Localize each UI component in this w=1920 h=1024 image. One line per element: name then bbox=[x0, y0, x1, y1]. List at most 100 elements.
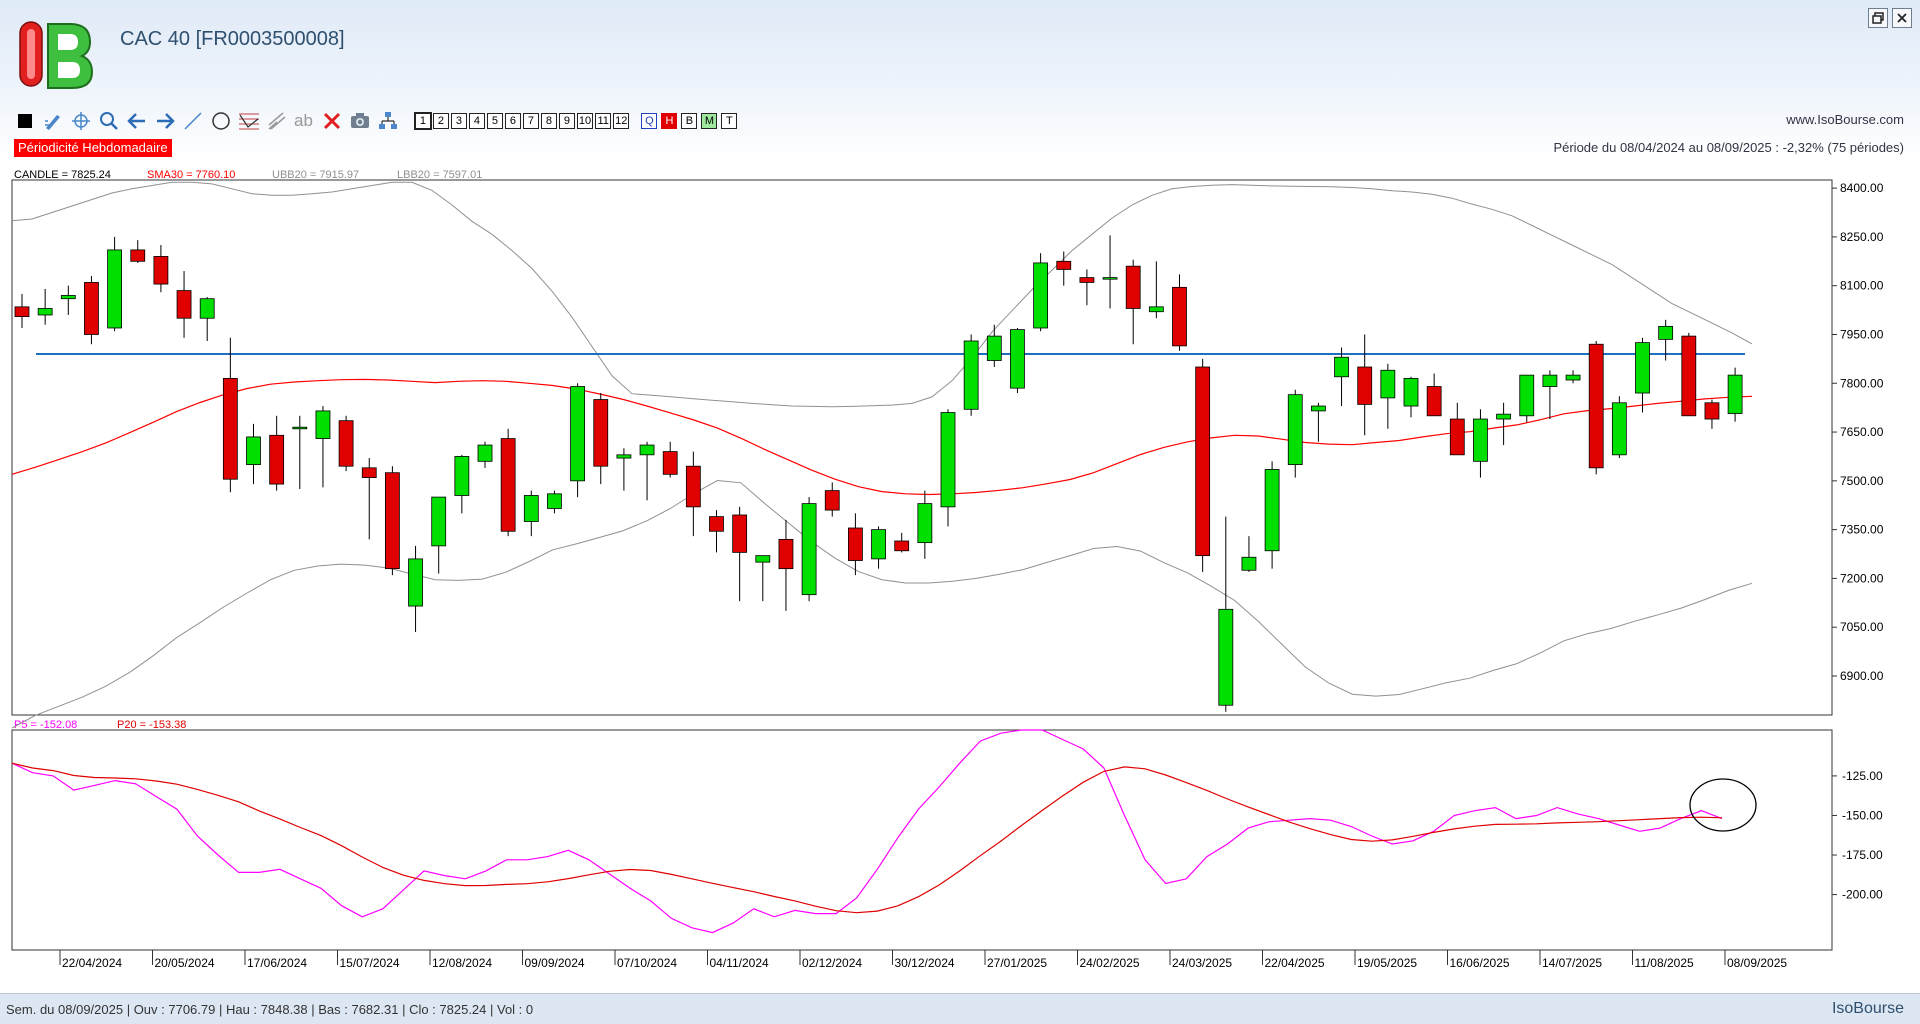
site-link[interactable]: www.IsoBourse.com bbox=[1786, 112, 1904, 127]
candle-body bbox=[1727, 374, 1743, 414]
draw-tool-button[interactable] bbox=[42, 110, 64, 132]
period-button-9[interactable]: 9 bbox=[558, 113, 575, 129]
hierarchy-button[interactable] bbox=[377, 110, 399, 132]
instrument-title: CAC 40 [FR0003500008] bbox=[120, 28, 345, 50]
osc-tick-label: -150.00 bbox=[1842, 808, 1883, 822]
fibo-icon bbox=[239, 113, 259, 130]
period-range: Période du 08/04/2024 au 08/09/2025 : -2… bbox=[1553, 140, 1904, 155]
period-button-3[interactable]: 3 bbox=[450, 113, 467, 129]
candle-body bbox=[986, 335, 1002, 361]
trendline-button[interactable] bbox=[182, 110, 204, 132]
candle-body bbox=[1125, 265, 1141, 309]
color-square-icon bbox=[18, 114, 32, 128]
date-tick-label: 02/12/2024 bbox=[802, 956, 862, 970]
p5-line bbox=[11, 729, 1723, 934]
period-button-7[interactable]: 7 bbox=[522, 113, 539, 129]
circle-tool-button[interactable] bbox=[210, 110, 232, 132]
candle-body bbox=[1287, 394, 1303, 465]
delete-drawing-button[interactable] bbox=[321, 110, 343, 132]
candle-body bbox=[824, 490, 840, 511]
status-text: Sem. du 08/09/2025 | Ouv : 7706.79 | Hau… bbox=[6, 1002, 534, 1017]
candle-body bbox=[709, 516, 724, 532]
candle-body bbox=[60, 295, 76, 300]
candle-body bbox=[570, 386, 585, 482]
candle-body bbox=[917, 503, 933, 544]
channel-button[interactable] bbox=[266, 110, 288, 132]
mode-button-q[interactable]: Q bbox=[641, 113, 658, 129]
period-button-12[interactable]: 12 bbox=[613, 113, 630, 129]
price-chart[interactable]: CANDLE = 7825.24 SMA30 = 7760.10 UBB20 =… bbox=[0, 160, 1920, 993]
arrow-left-icon bbox=[127, 113, 145, 129]
period-button-5[interactable]: 5 bbox=[486, 113, 503, 129]
color-picker-button[interactable] bbox=[14, 110, 36, 132]
period-button-1[interactable]: 1 bbox=[413, 112, 432, 130]
candle-body bbox=[871, 529, 886, 560]
candle-body bbox=[547, 493, 562, 509]
p5-legend: P5 = -152.08 bbox=[14, 719, 77, 731]
price-tick-label: 7350.00 bbox=[1840, 523, 1884, 537]
candle-body bbox=[384, 472, 400, 570]
candle-body bbox=[755, 555, 771, 563]
mode-button-h[interactable]: H bbox=[661, 113, 678, 129]
mode-button-m[interactable]: M bbox=[701, 113, 718, 129]
candle-body bbox=[1635, 342, 1650, 394]
price-tick-label: 8100.00 bbox=[1840, 279, 1884, 293]
candle-body bbox=[1565, 374, 1581, 381]
mode-button-t[interactable]: T bbox=[721, 113, 738, 129]
close-window-button[interactable] bbox=[1892, 8, 1912, 28]
crosshair-button[interactable] bbox=[70, 110, 92, 132]
date-tick-label: 11/08/2025 bbox=[1635, 956, 1694, 970]
line-icon bbox=[184, 112, 202, 130]
arrow-right-icon bbox=[157, 113, 175, 129]
osc-tick-label: -175.00 bbox=[1842, 848, 1883, 862]
text-tool-button[interactable]: ab bbox=[294, 111, 313, 131]
period-buttons: 1 2 3 4 5 6 7 8 9 10 11 12 bbox=[413, 112, 632, 130]
fibonacci-button[interactable] bbox=[238, 110, 260, 132]
candle-body bbox=[1542, 374, 1558, 387]
date-tick-label: 12/08/2024 bbox=[432, 956, 492, 970]
candle-body bbox=[848, 527, 863, 561]
sma-legend: SMA30 = 7760.10 bbox=[147, 169, 235, 181]
period-button-10[interactable]: 10 bbox=[576, 113, 594, 129]
periodicity-label: Périodicité Hebdomadaire bbox=[14, 139, 172, 157]
scroll-right-button[interactable] bbox=[154, 110, 176, 132]
candle-body bbox=[130, 249, 146, 262]
candle-body bbox=[477, 444, 493, 462]
oscillator-panel bbox=[11, 729, 1723, 934]
crosshair-icon bbox=[72, 112, 90, 130]
candle-body bbox=[292, 426, 308, 430]
candle-body bbox=[1056, 260, 1072, 270]
period-button-11[interactable]: 11 bbox=[595, 113, 612, 129]
candle-body bbox=[338, 420, 354, 467]
candle-body bbox=[1148, 306, 1164, 313]
candle-body bbox=[1681, 335, 1697, 417]
delete-icon bbox=[323, 112, 340, 130]
mode-button-b[interactable]: B bbox=[681, 113, 698, 129]
period-button-8[interactable]: 8 bbox=[540, 113, 557, 129]
candle-body bbox=[454, 456, 470, 496]
price-tick-label: 7200.00 bbox=[1840, 571, 1884, 585]
candle-body bbox=[1704, 402, 1720, 420]
candle-body bbox=[1264, 469, 1280, 552]
close-icon bbox=[1897, 13, 1907, 23]
period-button-6[interactable]: 6 bbox=[504, 113, 521, 129]
candle-body bbox=[1311, 405, 1326, 412]
price-tick-label: 7650.00 bbox=[1840, 425, 1884, 439]
date-tick-label: 19/05/2025 bbox=[1357, 956, 1417, 970]
period-button-4[interactable]: 4 bbox=[468, 113, 485, 129]
date-axis: 22/04/2024 20/05/2024 17/06/2024 15/07/2024… bbox=[59, 950, 1787, 970]
period-button-2[interactable]: 2 bbox=[432, 113, 449, 129]
candle-body bbox=[222, 377, 238, 480]
candle-body bbox=[1380, 369, 1396, 399]
date-tick-label: 27/01/2025 bbox=[987, 956, 1047, 970]
restore-window-button[interactable] bbox=[1868, 8, 1888, 28]
price-tick-label: 6900.00 bbox=[1840, 669, 1884, 683]
date-tick-label: 08/09/2025 bbox=[1727, 956, 1787, 970]
drawing-toolbar: ab 1 2 3 4 5 6 7 8 9 10 11 12 Q H B M T bbox=[14, 110, 741, 132]
zoom-button[interactable] bbox=[98, 110, 120, 132]
date-tick-label: 04/11/2024 bbox=[710, 956, 769, 970]
plot-frames bbox=[11, 179, 1833, 951]
candle-body bbox=[315, 410, 331, 439]
screenshot-button[interactable] bbox=[349, 110, 371, 132]
scroll-left-button[interactable] bbox=[126, 110, 148, 132]
